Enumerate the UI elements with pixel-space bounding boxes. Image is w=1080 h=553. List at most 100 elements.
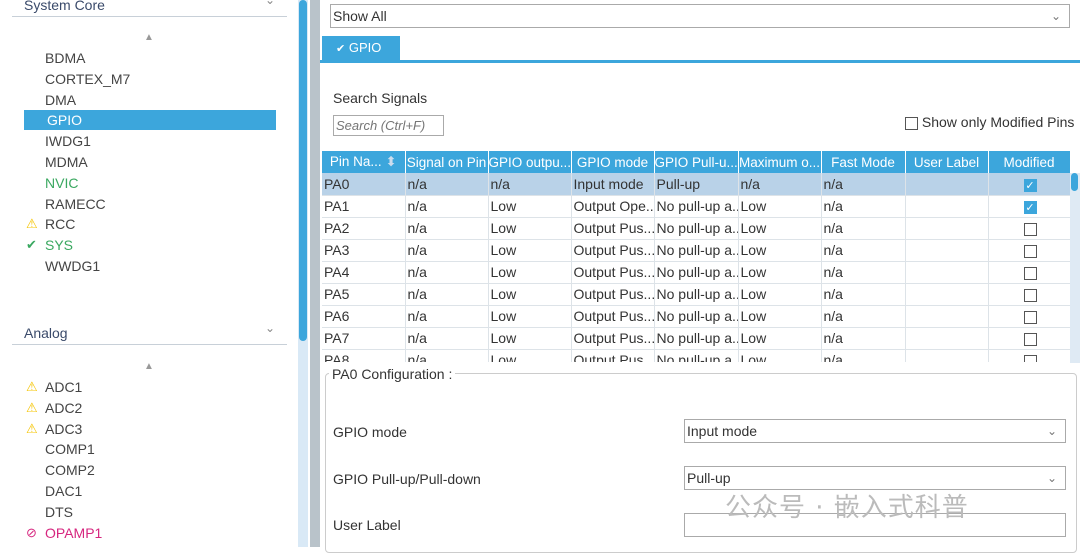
modified-checkbox[interactable] <box>1023 244 1037 258</box>
column-header[interactable]: User Label <box>905 151 989 173</box>
category-system-core[interactable]: System Core ⌄ <box>12 0 287 17</box>
sidebar-item-gpio[interactable]: GPIO <box>24 110 276 131</box>
sidebar-item-comp2[interactable]: COMP2 <box>24 460 276 480</box>
modified-checkbox[interactable] <box>1023 266 1037 280</box>
checkbox[interactable] <box>905 116 918 130</box>
cell-speed: Low <box>738 217 822 240</box>
sidebar-item-label: DAC1 <box>45 483 83 499</box>
sidebar-item-mdma[interactable]: MDMA <box>24 152 276 172</box>
cell-label <box>905 283 989 306</box>
cell-pin: PA3 <box>322 239 406 262</box>
cell-label <box>905 305 989 328</box>
sidebar-item-dts[interactable]: DTS <box>24 502 276 522</box>
cell-modified: ✓ <box>988 195 1070 218</box>
chevron-down-icon[interactable]: ⌄ <box>265 321 275 335</box>
sidebar-item-bdma[interactable]: BDMA <box>24 48 276 68</box>
column-header[interactable]: Pin Na... ⬍ <box>322 151 406 173</box>
cell-output: Low <box>488 283 572 306</box>
column-header[interactable]: Modified <box>988 151 1070 173</box>
table-scrollbar[interactable] <box>1070 173 1080 363</box>
sidebar-item-cortex_m7[interactable]: CORTEX_M7 <box>24 69 276 89</box>
column-header[interactable]: Fast Mode <box>821 151 906 173</box>
gpio-mode-select[interactable]: Input mode ⌄ <box>684 419 1066 443</box>
column-header[interactable]: Signal on Pin <box>405 151 489 173</box>
cell-mode: Output Pus... <box>571 349 655 362</box>
table-scroll-thumb[interactable] <box>1071 173 1078 191</box>
sort-icon[interactable]: ⬍ <box>382 154 396 169</box>
table-row[interactable]: PA3 n/a Low Output Pus... No pull-up a... Low… <box>322 239 1070 262</box>
column-header[interactable]: Maximum o... <box>738 151 822 173</box>
warning-icon: ⚠ <box>26 399 38 415</box>
sidebar-item-dma[interactable]: DMA <box>24 90 276 110</box>
sort-icon[interactable]: ▲ <box>144 32 154 43</box>
cell-output: Low <box>488 217 572 240</box>
sidebar-item-label: CORTEX_M7 <box>45 70 131 87</box>
sidebar-item-dac1[interactable]: DAC1 <box>24 481 276 501</box>
cell-pull: No pull-up a... <box>654 195 739 218</box>
cell-signal: n/a <box>405 327 489 350</box>
tab-underline <box>320 60 1080 63</box>
table-row[interactable]: PA5 n/a Low Output Pus... No pull-up a... Low… <box>322 283 1070 306</box>
sidebar-item-wwdg1[interactable]: WWDG1 <box>24 256 276 276</box>
gpio-config-panel: Show All⌄ ✔ GPIO Search Signals Show onl… <box>320 0 1080 553</box>
cell-output: Low <box>488 349 572 362</box>
cell-pull: No pull-up a... <box>654 239 739 262</box>
cell-modified: ✓ <box>988 173 1070 196</box>
column-header[interactable]: GPIO outpu... <box>488 151 572 173</box>
sidebar-item-iwdg1[interactable]: IWDG1 <box>24 131 276 151</box>
sidebar-item-ramecc[interactable]: RAMECC <box>24 194 276 214</box>
show-modified-pins-toggle[interactable]: Show only Modified Pins <box>905 114 1074 130</box>
cell-speed: Low <box>738 261 822 284</box>
cell-modified <box>988 283 1070 306</box>
sidebar-item-rcc[interactable]: ⚠ RCC <box>24 214 276 234</box>
modified-checkbox[interactable] <box>1023 288 1037 302</box>
modified-checkbox[interactable] <box>1023 332 1037 346</box>
cell-pull: Pull-up <box>654 173 739 196</box>
sidebar-item-label: BDMA <box>45 50 86 66</box>
watermark: 公众号 · 嵌入式科普 <box>725 493 969 523</box>
category-analog[interactable]: Analog ⌄ <box>12 321 287 345</box>
sidebar-item-sys[interactable]: ✔ SYS <box>24 235 276 255</box>
cell-pin: PA7 <box>322 327 406 350</box>
cell-mode: Output Pus... <box>571 305 655 328</box>
table-row[interactable]: PA1 n/a Low Output Ope... No pull-up a... Low… <box>322 195 1070 218</box>
filter-select[interactable]: Show All ⌄ <box>330 4 1070 28</box>
sort-icon[interactable]: ▲ <box>144 361 154 372</box>
pull-label: GPIO Pull-up/Pull-down <box>333 471 481 487</box>
modified-checkbox[interactable] <box>1023 354 1037 362</box>
sidebar-item-label: WWDG1 <box>45 258 101 274</box>
column-header[interactable]: GPIO Pull-u... <box>654 151 739 173</box>
column-header[interactable]: GPIO mode <box>571 151 655 173</box>
table-row[interactable]: PA7 n/a Low Output Pus... No pull-up a... Low… <box>322 327 1070 350</box>
table-row[interactable]: PA0 n/a n/a Input mode Pull-up n/a n/a ✓ <box>322 173 1070 196</box>
sidebar-item-label: COMP1 <box>45 441 95 458</box>
cell-fast: n/a <box>821 327 906 350</box>
sidebar-item-nvic[interactable]: NVIC <box>24 173 276 193</box>
sidebar-item-adc1[interactable]: ⚠ ADC1 <box>24 377 276 397</box>
cell-signal: n/a <box>405 239 489 262</box>
sidebar-item-adc3[interactable]: ⚠ ADC3 <box>24 419 276 439</box>
search-input[interactable] <box>333 115 444 136</box>
cell-fast: n/a <box>821 261 906 284</box>
table-row[interactable]: PA8 n/a Low Output Pus... No pull-up a... Low… <box>322 349 1070 362</box>
table-row[interactable]: PA6 n/a Low Output Pus... No pull-up a... Low… <box>322 305 1070 328</box>
modified-checkbox[interactable]: ✓ <box>1023 178 1037 192</box>
modified-checkbox[interactable]: ✓ <box>1023 200 1037 214</box>
sidebar-item-opamp1[interactable]: ⊘ OPAMP1 <box>24 523 276 543</box>
sidebar-scroll-thumb[interactable] <box>299 0 307 341</box>
sidebar-item-comp1[interactable]: COMP1 <box>24 439 276 459</box>
sidebar-item-adc2[interactable]: ⚠ ADC2 <box>24 398 276 418</box>
chevron-down-icon[interactable]: ⌄ <box>265 0 275 7</box>
modified-checkbox[interactable] <box>1023 310 1037 324</box>
check-icon: ✔ <box>26 237 37 253</box>
table-row[interactable]: PA2 n/a Low Output Pus... No pull-up a... Low… <box>322 217 1070 240</box>
panel-divider[interactable] <box>310 0 320 547</box>
cell-speed: Low <box>738 305 822 328</box>
cell-mode: Output Pus... <box>571 261 655 284</box>
tab-gpio[interactable]: ✔ GPIO <box>322 36 400 60</box>
peripheral-sidebar: System Core ⌄ ▲ BDMA CORTEX_M7 DMA GPIO IWDG1… <box>0 0 298 547</box>
table-row[interactable]: PA4 n/a Low Output Pus... No pull-up a... Low… <box>322 261 1070 284</box>
warning-icon: ⚠ <box>26 216 38 232</box>
modified-checkbox[interactable] <box>1023 222 1037 236</box>
sidebar-item-label: SYS <box>45 237 74 254</box>
